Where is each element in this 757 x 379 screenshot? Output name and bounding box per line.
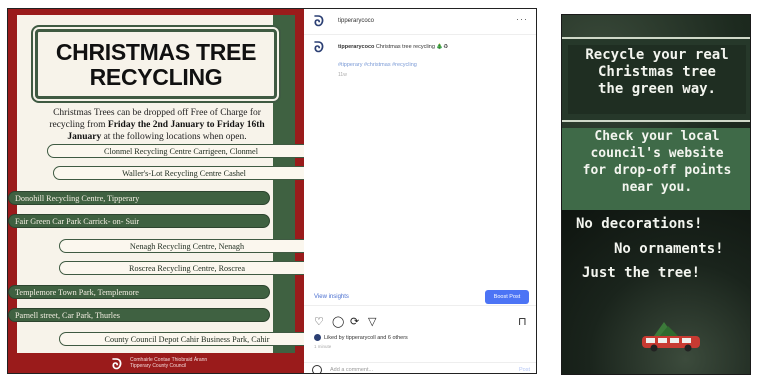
- story-line: Recycle your real: [585, 47, 729, 63]
- story-block2: Check your local council's website for d…: [562, 128, 750, 196]
- post-header: ᘐ tipperarycoco ···: [304, 9, 536, 35]
- view-insights-link[interactable]: View insights: [314, 294, 349, 300]
- more-options-icon[interactable]: ···: [516, 14, 528, 24]
- bookmark-icon[interactable]: ⊓: [518, 317, 527, 328]
- poster-footer: ᘐ Comhairle Contae Thiobraid Árann Tippe…: [8, 353, 304, 373]
- footer-line2: Tipperary County Council: [130, 363, 187, 369]
- location-pill: County Council Depot Cahir Business Park…: [59, 332, 304, 346]
- likes-summary[interactable]: Liked by tipperarycoll and 6 others: [314, 334, 408, 341]
- post-username[interactable]: tipperarycoco: [338, 18, 374, 24]
- location-pill: Parnell street, Car Park, Thurles: [8, 308, 270, 322]
- story-line: Christmas tree: [597, 64, 716, 80]
- poster-image: CHRISTMAS TREE RECYCLING Christmas Trees…: [8, 9, 304, 373]
- location-pill: Templemore Town Park, Templemore: [8, 285, 270, 299]
- story-no-decorations: No decorations!: [576, 216, 703, 232]
- send-icon[interactable]: ▽: [368, 317, 376, 328]
- comment-bar: Add a comment... Post: [304, 362, 536, 373]
- caption-text: Christmas tree recycling 🎄♻: [375, 44, 449, 50]
- poster-panel: CHRISTMAS TREE RECYCLING Christmas Trees…: [8, 15, 304, 353]
- story-line: Check your local: [594, 129, 720, 144]
- account-avatar[interactable]: ᘐ: [314, 13, 324, 30]
- post-actions: ♡ ◯ ⟳ ▽ ⊓ Liked by tipperarycoll and 6 o…: [304, 305, 536, 373]
- story-line: for drop-off points: [582, 163, 732, 178]
- liker-avatar: [314, 334, 321, 341]
- poster-intro: Christmas Trees can be dropped off Free …: [35, 107, 279, 143]
- location-pill: Roscrea Recycling Centre, Roscrea: [59, 261, 304, 275]
- share-icon[interactable]: ⟳: [350, 317, 359, 328]
- comment-input[interactable]: Add a comment...: [330, 367, 373, 373]
- location-pill: Waller's-Lot Recycling Centre Cashel: [53, 166, 304, 180]
- poster-title-line1: CHRISTMAS TREE: [55, 39, 257, 65]
- heart-icon[interactable]: ♡: [314, 317, 324, 328]
- comment-icon[interactable]: ◯: [332, 317, 344, 328]
- caption-hashtags[interactable]: #tipperary #christmas #recycling: [338, 62, 417, 68]
- location-pill: Fair Green Car Park Carrick- on- Suir: [8, 214, 270, 228]
- story-just-tree: Just the tree!: [582, 265, 701, 281]
- story-image: Recycle your real Christmas tree the gre…: [561, 14, 751, 375]
- boost-post-button[interactable]: Boost Post: [485, 290, 529, 304]
- story-line: near you.: [621, 180, 693, 195]
- story-no-ornaments: No ornaments!: [614, 241, 724, 257]
- post-date: 1 minute: [314, 344, 332, 349]
- caption-avatar[interactable]: ᘐ: [314, 39, 324, 56]
- intro-text-end: at the following locations when open.: [101, 132, 247, 142]
- instagram-sidebar: ᘐ tipperarycoco ··· ᘐ tipperarycoco Chri…: [304, 9, 536, 373]
- location-pill: Donohill Recycling Centre, Tipperary: [8, 191, 270, 205]
- story-block1: Recycle your real Christmas tree the gre…: [562, 47, 750, 98]
- caption-time: 11w: [338, 72, 347, 78]
- story-line: the green way.: [597, 81, 716, 97]
- likes-text: Liked by tipperarycoll and 6 others: [324, 334, 408, 341]
- emoji-icon[interactable]: [312, 365, 322, 373]
- caption-username[interactable]: tipperarycoco: [338, 44, 374, 50]
- location-pill: Clonmel Recycling Centre Carrigeen, Clon…: [47, 144, 304, 158]
- location-pill: Nenagh Recycling Centre, Nenagh: [59, 239, 304, 253]
- poster-footer-text: Comhairle Contae Thiobraid Árann Tippera…: [130, 357, 207, 369]
- poster-title: CHRISTMAS TREE RECYCLING: [38, 32, 274, 90]
- poster-title-line2: RECYCLING: [89, 64, 223, 90]
- post-comment-button[interactable]: Post: [519, 367, 530, 373]
- post-caption: tipperarycoco Christmas tree recycling 🎄…: [338, 44, 528, 50]
- van-with-tree-icon: [642, 322, 700, 352]
- instagram-post: CHRISTMAS TREE RECYCLING Christmas Trees…: [7, 8, 537, 374]
- council-logo-icon: ᘐ: [112, 356, 122, 372]
- story-line: council's website: [590, 146, 724, 161]
- poster-title-box: CHRISTMAS TREE RECYCLING: [35, 29, 277, 99]
